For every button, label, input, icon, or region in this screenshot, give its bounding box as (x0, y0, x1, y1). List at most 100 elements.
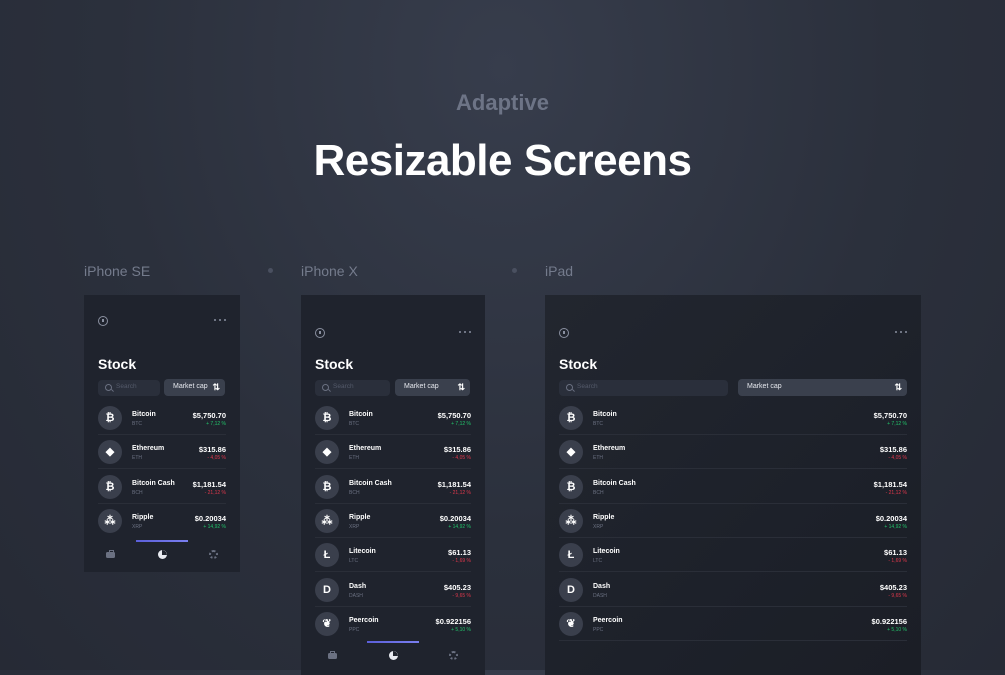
tab-indicator (367, 641, 419, 643)
device-label-iphone-se: iPhone SE (84, 263, 151, 279)
list-item[interactable]: ◆ Ethereum ETH $315.86- 4,05 % (559, 435, 907, 470)
sort-arrows-icon: ⇅ (894, 382, 902, 392)
coin-icon: ₿ (315, 474, 339, 499)
coin-change: + 5,10 % (887, 626, 907, 633)
pie-chart-icon[interactable] (157, 550, 167, 559)
coin-name: Bitcoin (132, 411, 156, 418)
page-title: Stock (315, 356, 354, 372)
coin-symbol: DASH (349, 592, 363, 599)
coin-name: Bitcoin (593, 411, 617, 418)
coin-icon: ⁂ (98, 508, 122, 533)
top-bar (315, 328, 471, 340)
list-item[interactable]: ⁂ Ripple XRP $0.20034 + 14,92 % (559, 504, 907, 538)
search-input[interactable]: Search (559, 380, 728, 396)
coin-change: - 21,12 % (885, 489, 907, 496)
coin-change: + 7,12 % (887, 421, 907, 427)
coin-name: Litecoin (349, 548, 376, 556)
list-item[interactable]: Ł Litecoin LTC $61.13- 1,69 % (315, 538, 471, 573)
coin-icon: ⁂ (559, 508, 583, 533)
coin-name: Bitcoin Cash (132, 479, 175, 487)
list-item[interactable]: ❦ Peercoin PPC $0.922156 + 5,10 % (315, 607, 471, 641)
coin-icon: ❦ (315, 611, 339, 636)
coin-price: $405.23 (879, 582, 907, 592)
coin-price: $0.922156 (435, 616, 471, 626)
coin-name: Ethereum (593, 445, 626, 453)
coin-symbol: DASH (593, 592, 607, 599)
coin-symbol: ETH (593, 455, 603, 462)
search-placeholder: Search (577, 383, 598, 390)
coin-icon: ₿ (315, 406, 339, 430)
coin-price: $5,750.70 (437, 411, 471, 420)
coin-price: $315.86 (443, 445, 471, 455)
coin-name: Ethereum (132, 445, 165, 453)
coin-change: - 4,05 % (452, 455, 471, 462)
list-item[interactable]: ⁂ Ripple XRP $0.20034 + 14,92 % (315, 504, 471, 538)
coin-symbol: PPC (349, 626, 360, 633)
list-item[interactable]: ₿ Bitcoin Cash BCH $1,181.54- 21,12 % (98, 470, 226, 504)
info-icon[interactable] (98, 316, 108, 326)
coin-symbol: PPC (593, 626, 604, 633)
coin-price: $0.20034 (875, 513, 907, 523)
search-icon (566, 384, 573, 391)
coin-change: + 14,92 % (448, 523, 471, 530)
info-icon[interactable] (315, 328, 325, 338)
more-icon[interactable] (214, 319, 226, 322)
list-item[interactable]: ₿ Bitcoin BTC $5,750.70 + 7,12 % (315, 401, 471, 435)
list-item[interactable]: D Dash DASH $405.23- 9,65 % (559, 573, 907, 607)
coin-price: $315.86 (879, 445, 907, 455)
coin-change: - 4,05 % (207, 455, 226, 462)
coin-price: $1,181.54 (192, 479, 226, 489)
coin-name: Bitcoin Cash (593, 479, 636, 487)
coin-name: Ripple (349, 513, 371, 521)
coin-symbol: LTC (349, 558, 359, 565)
gear-icon[interactable] (208, 550, 218, 559)
coin-change: + 7,12 % (206, 421, 226, 427)
gear-icon[interactable] (449, 651, 459, 660)
sort-dropdown[interactable]: Market cap ⇅ (164, 379, 225, 396)
list-item[interactable]: ₿ Bitcoin BTC $5,750.70 + 7,12 % (98, 401, 226, 435)
device-label-ipad: iPad (545, 263, 574, 279)
coin-icon: ₿ (98, 406, 122, 430)
list-item[interactable]: ◆ Ethereum ETH $315.86- 4,05 % (315, 435, 471, 470)
coin-price: $61.13 (448, 548, 471, 558)
briefcase-icon[interactable] (327, 650, 337, 659)
coin-name: Ripple (593, 513, 615, 521)
coin-name: Litecoin (593, 548, 620, 556)
briefcase-icon[interactable] (106, 549, 116, 558)
coin-price: $5,750.70 (873, 411, 907, 420)
coin-icon: Ł (315, 543, 339, 568)
sort-label: Market cap (747, 383, 782, 390)
coin-change: - 4,05 % (888, 455, 907, 462)
hero-title: Resizable Screens (313, 136, 692, 185)
list-item[interactable]: ◆ Ethereum ETH $315.86- 4,05 % (98, 435, 226, 470)
coin-symbol: BTC (132, 421, 142, 427)
page-title: Stock (98, 356, 137, 372)
sort-dropdown[interactable]: Market cap ⇅ (738, 379, 907, 396)
coin-name: Bitcoin (349, 411, 373, 418)
coin-symbol: XRP (593, 523, 604, 530)
list-item[interactable]: D Dash DASH $405.23- 9,65 % (315, 573, 471, 607)
more-icon[interactable] (459, 331, 471, 334)
list-item[interactable]: ₿ Bitcoin Cash BCH $1,181.54- 21,12 % (315, 470, 471, 504)
info-icon[interactable] (559, 328, 569, 338)
sort-dropdown[interactable]: Market cap ⇅ (395, 379, 470, 396)
coin-change: - 21,12 % (204, 489, 226, 496)
search-placeholder: Search (116, 383, 137, 390)
coin-change: + 7,12 % (451, 421, 471, 427)
list-item[interactable]: ₿ Bitcoin Cash BCH $1,181.54- 21,12 % (559, 470, 907, 504)
more-icon[interactable] (895, 331, 907, 334)
list-item[interactable]: ⁂ Ripple XRP $0.20034 + 14,92 % (98, 504, 226, 538)
page-title: Stock (559, 356, 598, 372)
pie-chart-icon[interactable] (388, 651, 398, 660)
coin-name: Ripple (132, 513, 154, 521)
list-item[interactable]: ❦ Peercoin PPC $0.922156 + 5,10 % (559, 607, 907, 641)
list-item[interactable]: ₿ Bitcoin BTC $5,750.70 + 7,12 % (559, 401, 907, 435)
list-item[interactable]: Ł Litecoin LTC $61.13- 1,69 % (559, 538, 907, 573)
sort-arrows-icon: ⇅ (457, 382, 465, 392)
tab-bar (301, 641, 485, 671)
search-input[interactable]: Search (315, 380, 390, 396)
coin-symbol: LTC (593, 558, 603, 565)
search-input[interactable]: Search (98, 380, 160, 396)
ipad-screen: Stock Search Market cap ⇅ ₿ Bitcoin BTC $5,750.… (545, 295, 921, 675)
coin-change: - 21,12 % (449, 489, 471, 496)
